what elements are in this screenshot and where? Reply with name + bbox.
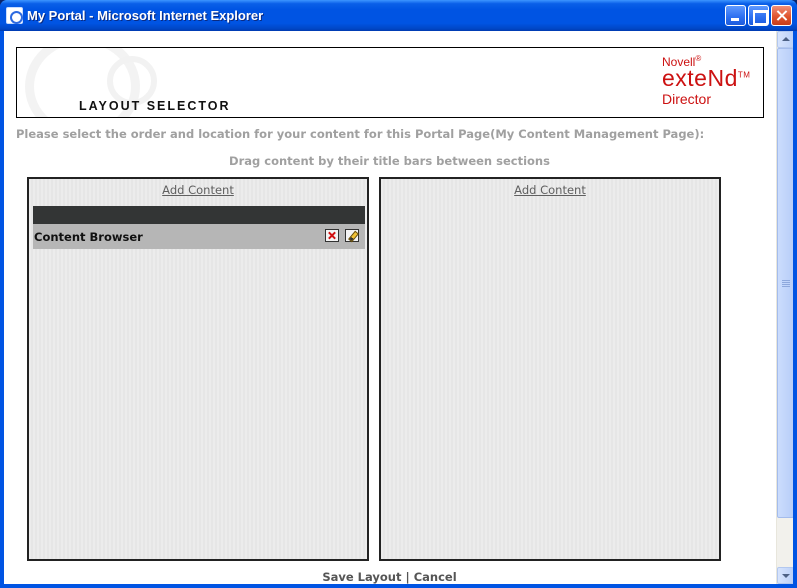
page-content: LAYOUT SELECTOR Novell® exteNdTM Directo… [4,31,793,584]
drag-hint-text: Drag content by their title bars between… [229,154,550,168]
window-frame-bottom [0,584,797,588]
brand-trademark-mark: TM [737,70,751,80]
brand-registered-mark: ® [695,54,702,63]
brand-director-text: Director [662,91,712,107]
cancel-link[interactable]: Cancel [414,570,457,584]
portlet-header-bar[interactable] [33,206,365,224]
vertical-scrollbar[interactable] [776,31,793,584]
remove-icon[interactable] [325,229,339,242]
scroll-down-icon[interactable] [777,567,793,584]
page-title: LAYOUT SELECTOR [79,99,231,113]
close-icon[interactable] [771,5,792,26]
portlet-title-bar[interactable]: Content Browser [33,224,365,249]
instructions-text: Please select the order and location for… [16,127,705,141]
minimize-icon[interactable] [725,5,746,26]
add-content-link-left[interactable]: Add Content [29,183,367,197]
scroll-grip-icon [782,280,790,287]
edit-icon[interactable] [345,229,359,242]
maximize-icon[interactable] [748,5,769,26]
brand-extend-text: exteNd [662,65,738,91]
add-content-link-right[interactable]: Add Content [381,183,719,197]
footer-separator: | [405,570,410,584]
layout-column-right[interactable]: Add Content [379,177,721,561]
window-titlebar[interactable]: My Portal - Microsoft Internet Explorer [0,0,797,31]
scroll-thumb[interactable] [777,48,793,518]
ie-icon [6,7,23,24]
footer-actions: Save Layout | Cancel [4,570,775,584]
browser-window: My Portal - Microsoft Internet Explorer … [0,0,797,588]
scroll-up-icon[interactable] [777,31,793,48]
header-banner: LAYOUT SELECTOR Novell® exteNdTM Directo… [16,47,764,118]
save-layout-link[interactable]: Save Layout [322,570,401,584]
window-title: My Portal - Microsoft Internet Explorer [27,8,264,23]
portlet-title: Content Browser [34,230,143,244]
layout-column-left[interactable]: Add Content Content Browser [27,177,369,561]
